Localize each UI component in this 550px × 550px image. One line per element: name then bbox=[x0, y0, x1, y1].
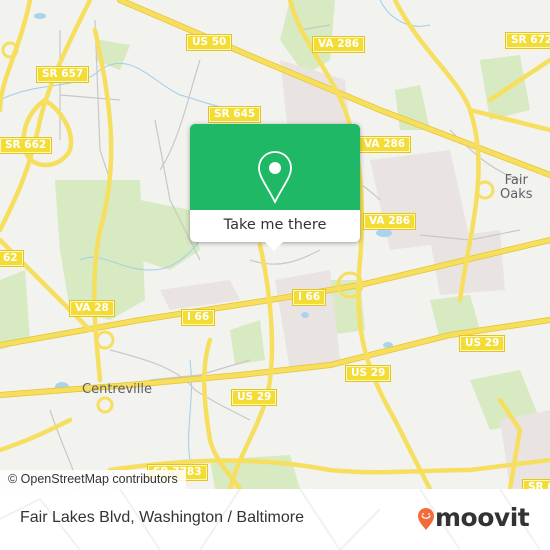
road-shield-va-28: VA 28 bbox=[69, 300, 115, 317]
stream bbox=[188, 359, 192, 461]
location-popup: Take me there bbox=[190, 124, 360, 251]
map-pin-icon bbox=[258, 151, 292, 205]
road-shield-sr-645: SR 645 bbox=[207, 106, 262, 123]
road-shield-i-66-west: I 66 bbox=[180, 309, 216, 326]
place-label-fair-oaks: Fair Oaks bbox=[500, 173, 533, 202]
road-shield-us-29-east: US 29 bbox=[458, 335, 506, 352]
location-title: Fair Lakes Blvd, Washington / Baltimore bbox=[20, 509, 304, 526]
urban-area bbox=[275, 270, 340, 370]
road-shield-sr-662-partial: 62 bbox=[0, 250, 24, 267]
road-shield-va-286-mid: VA 286 bbox=[357, 136, 412, 153]
osm-attribution[interactable]: © OpenStreetMap contributors bbox=[0, 470, 186, 489]
map-view[interactable]: US 50 SR 657 SR 645 VA 286 SR 672 SR 662… bbox=[0, 0, 550, 489]
place-label-centreville: Centreville bbox=[82, 382, 152, 397]
interchange bbox=[96, 396, 114, 414]
lake bbox=[376, 229, 392, 237]
road-shield-sr-662: SR 662 bbox=[0, 137, 53, 154]
road-shield-us-29-west: US 29 bbox=[344, 365, 392, 382]
road bbox=[227, 242, 275, 489]
road-shield-va-286-north: VA 286 bbox=[311, 36, 366, 53]
footer-bar: Fair Lakes Blvd, Washington / Baltimore … bbox=[0, 489, 550, 550]
road-shield-sr-620: SR 620 bbox=[521, 479, 550, 489]
interchange bbox=[95, 330, 115, 350]
road-shield-i-66-east: I 66 bbox=[291, 289, 327, 306]
moovit-wordmark: moovit bbox=[435, 503, 530, 532]
popup-tail bbox=[265, 242, 283, 251]
road-shield-us-29-center: US 29 bbox=[230, 389, 278, 406]
urban-area bbox=[500, 410, 550, 489]
stream bbox=[379, 0, 431, 27]
road-shield-sr-657: SR 657 bbox=[35, 66, 90, 83]
take-me-there-button[interactable]: Take me there bbox=[190, 210, 360, 242]
popup-header bbox=[190, 124, 360, 210]
road-shield-sr-672: SR 672 bbox=[504, 32, 550, 49]
road-shield-va-286-east: VA 286 bbox=[362, 213, 417, 230]
moovit-smile-pin-icon bbox=[418, 508, 434, 530]
lake bbox=[301, 312, 309, 318]
road-shield-us-50: US 50 bbox=[185, 34, 233, 51]
stream bbox=[0, 62, 241, 109]
park-area bbox=[230, 320, 265, 365]
park-area bbox=[55, 180, 145, 320]
lake bbox=[34, 13, 46, 19]
